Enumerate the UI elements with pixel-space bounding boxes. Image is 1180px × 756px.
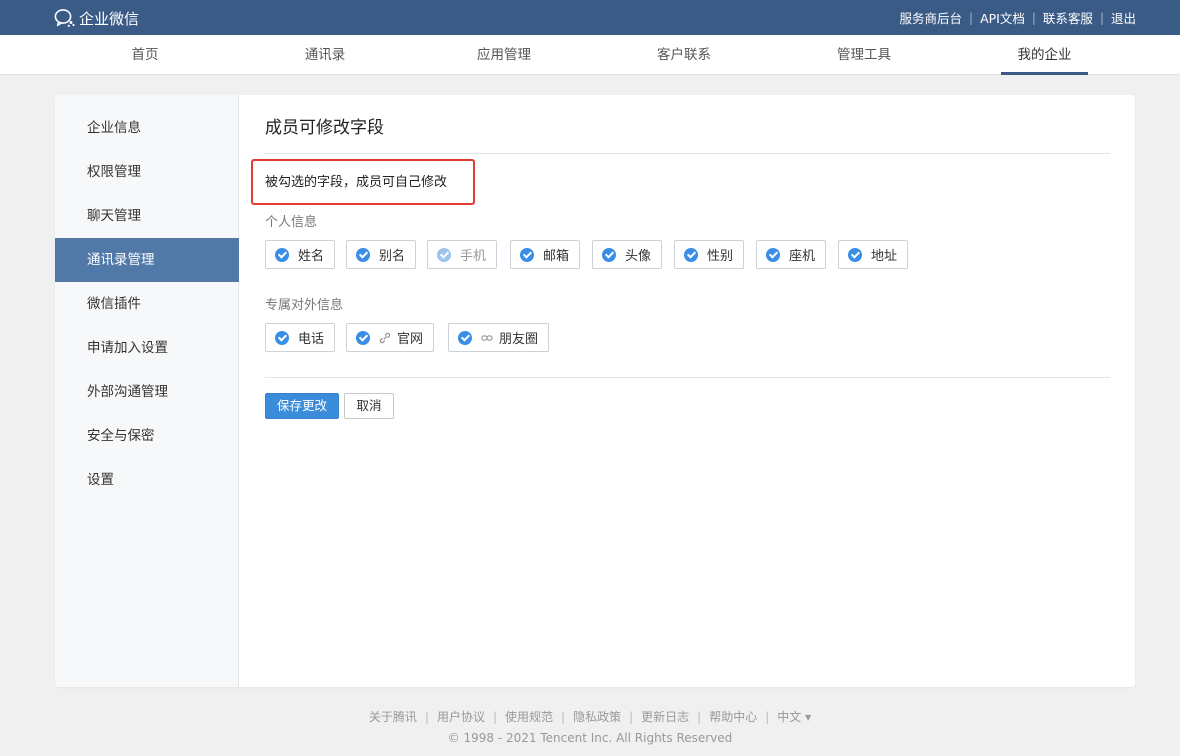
top-links: 服务商后台 | API文档 | 联系客服 | 退出 [900, 0, 1136, 35]
field-checkbox-alias[interactable]: 别名 [346, 240, 417, 269]
wecom-logo-icon [54, 9, 75, 27]
field-checkbox-moments[interactable]: 朋友圈 [448, 323, 550, 352]
field-label: 座机 [789, 249, 816, 264]
content-panel: 成员可修改字段 被勾选的字段，成员可自己修改 个人信息 姓名 别名 手机 邮箱 … [239, 95, 1135, 687]
separator: | [697, 710, 702, 724]
field-checkbox-mobile[interactable]: 手机 [427, 240, 498, 269]
main-card: 企业信息 权限管理 聊天管理 通讯录管理 微信插件 申请加入设置 外部沟通管理 … [55, 95, 1135, 687]
check-circle-icon [275, 247, 289, 262]
sidebar-item-permissions[interactable]: 权限管理 [55, 150, 239, 194]
main-nav: 首页 通讯录 应用管理 客户联系 管理工具 我的企业 [0, 35, 1180, 75]
link-icon [379, 332, 391, 344]
sidebar-item-enterprise-info[interactable]: 企业信息 [55, 106, 239, 150]
sidebar-item-external-communication[interactable]: 外部沟通管理 [55, 370, 239, 414]
check-circle-icon [275, 330, 289, 345]
separator: | [492, 710, 498, 724]
field-checkbox-website[interactable]: 官网 [346, 323, 435, 352]
sidebar-item-settings[interactable]: 设置 [55, 458, 239, 502]
footer-link-usage-rules[interactable]: 使用规范 [505, 710, 553, 724]
field-label: 官网 [397, 332, 424, 347]
hint-text: 被勾选的字段，成员可自己修改 [265, 175, 448, 190]
check-circle-icon [766, 247, 780, 262]
footer-link-help[interactable]: 帮助中心 [709, 710, 757, 724]
separator: | [424, 710, 429, 724]
nav-home[interactable]: 首页 [105, 35, 185, 75]
field-label: 朋友圈 [499, 332, 539, 347]
check-circle-icon [684, 247, 698, 262]
field-checkbox-phone[interactable]: 电话 [265, 323, 336, 352]
sidebar-item-wechat-plugin[interactable]: 微信插件 [55, 282, 239, 326]
copyright: © 1998 - 2021 Tencent Inc. All Rights Re… [447, 731, 733, 745]
field-checkbox-avatar[interactable]: 头像 [592, 240, 663, 269]
field-checkbox-email[interactable]: 邮箱 [510, 240, 581, 269]
page-title: 成员可修改字段 [265, 118, 384, 138]
footer-link-privacy[interactable]: 隐私政策 [573, 710, 621, 724]
link-api-docs[interactable]: API文档 [980, 8, 1025, 27]
field-checkbox-landline[interactable]: 座机 [756, 240, 827, 269]
link-logout[interactable]: 退出 [1111, 8, 1136, 27]
check-circle-icon [602, 247, 616, 262]
field-label: 邮箱 [543, 249, 570, 264]
field-label: 姓名 [298, 249, 325, 264]
link-contact-support[interactable]: 联系客服 [1043, 8, 1093, 27]
field-label: 头像 [625, 249, 652, 264]
field-label: 电话 [298, 332, 325, 347]
sidebar-item-join-settings[interactable]: 申请加入设置 [55, 326, 239, 370]
footer-link-about[interactable]: 关于腾讯 [369, 710, 417, 724]
footer-link-changelog[interactable]: 更新日志 [641, 710, 689, 724]
separator: | [969, 10, 974, 25]
section-label-external: 专属对外信息 [265, 298, 344, 313]
divider [265, 377, 1110, 378]
cancel-button[interactable]: 取消 [344, 393, 394, 419]
separator: | [629, 710, 634, 724]
nav-management-tools[interactable]: 管理工具 [824, 35, 904, 75]
separator: | [561, 710, 566, 724]
nav-customer-contact[interactable]: 客户联系 [644, 35, 724, 75]
sidebar-item-security[interactable]: 安全与保密 [55, 414, 239, 458]
separator: | [765, 710, 770, 724]
check-circle-icon [356, 247, 370, 262]
link-provider-admin[interactable]: 服务商后台 [900, 8, 963, 27]
field-checkbox-address[interactable]: 地址 [838, 240, 909, 269]
check-circle-icon [848, 247, 862, 262]
brand-name: 企业微信 [79, 9, 140, 28]
check-circle-icon [458, 330, 472, 345]
nav-contacts[interactable]: 通讯录 [285, 35, 365, 75]
section-label-personal: 个人信息 [265, 215, 318, 230]
check-circle-icon [356, 330, 370, 345]
field-label: 手机 [460, 249, 487, 264]
field-label: 地址 [871, 249, 898, 264]
field-checkbox-name[interactable]: 姓名 [265, 240, 336, 269]
separator: | [1099, 10, 1104, 25]
nav-app-management[interactable]: 应用管理 [464, 35, 544, 75]
brand[interactable]: 企业微信 [54, 7, 139, 29]
check-circle-icon [437, 247, 451, 262]
top-bar: 企业微信 服务商后台 | API文档 | 联系客服 | 退出 [0, 0, 1180, 35]
footer-links: 关于腾讯 | 用户协议 | 使用规范 | 隐私政策 | 更新日志 | 帮助中心 | 中文 ▾ [0, 708, 1180, 725]
link-icon [481, 332, 493, 344]
sidebar-item-contacts-management[interactable]: 通讯录管理 [55, 238, 239, 282]
divider [265, 153, 1110, 154]
field-checkbox-gender[interactable]: 性别 [674, 240, 745, 269]
separator: | [1031, 10, 1036, 25]
sidebar: 企业信息 权限管理 聊天管理 通讯录管理 微信插件 申请加入设置 外部沟通管理 … [55, 95, 239, 687]
language-selector[interactable]: 中文 ▾ [777, 710, 811, 724]
footer-link-user-agreement[interactable]: 用户协议 [437, 710, 485, 724]
field-label: 性别 [707, 249, 734, 264]
save-button[interactable]: 保存更改 [265, 393, 339, 419]
nav-my-enterprise[interactable]: 我的企业 [1001, 35, 1088, 75]
sidebar-item-chat-management[interactable]: 聊天管理 [55, 194, 239, 238]
field-label: 别名 [379, 249, 406, 264]
check-circle-icon [520, 247, 534, 262]
